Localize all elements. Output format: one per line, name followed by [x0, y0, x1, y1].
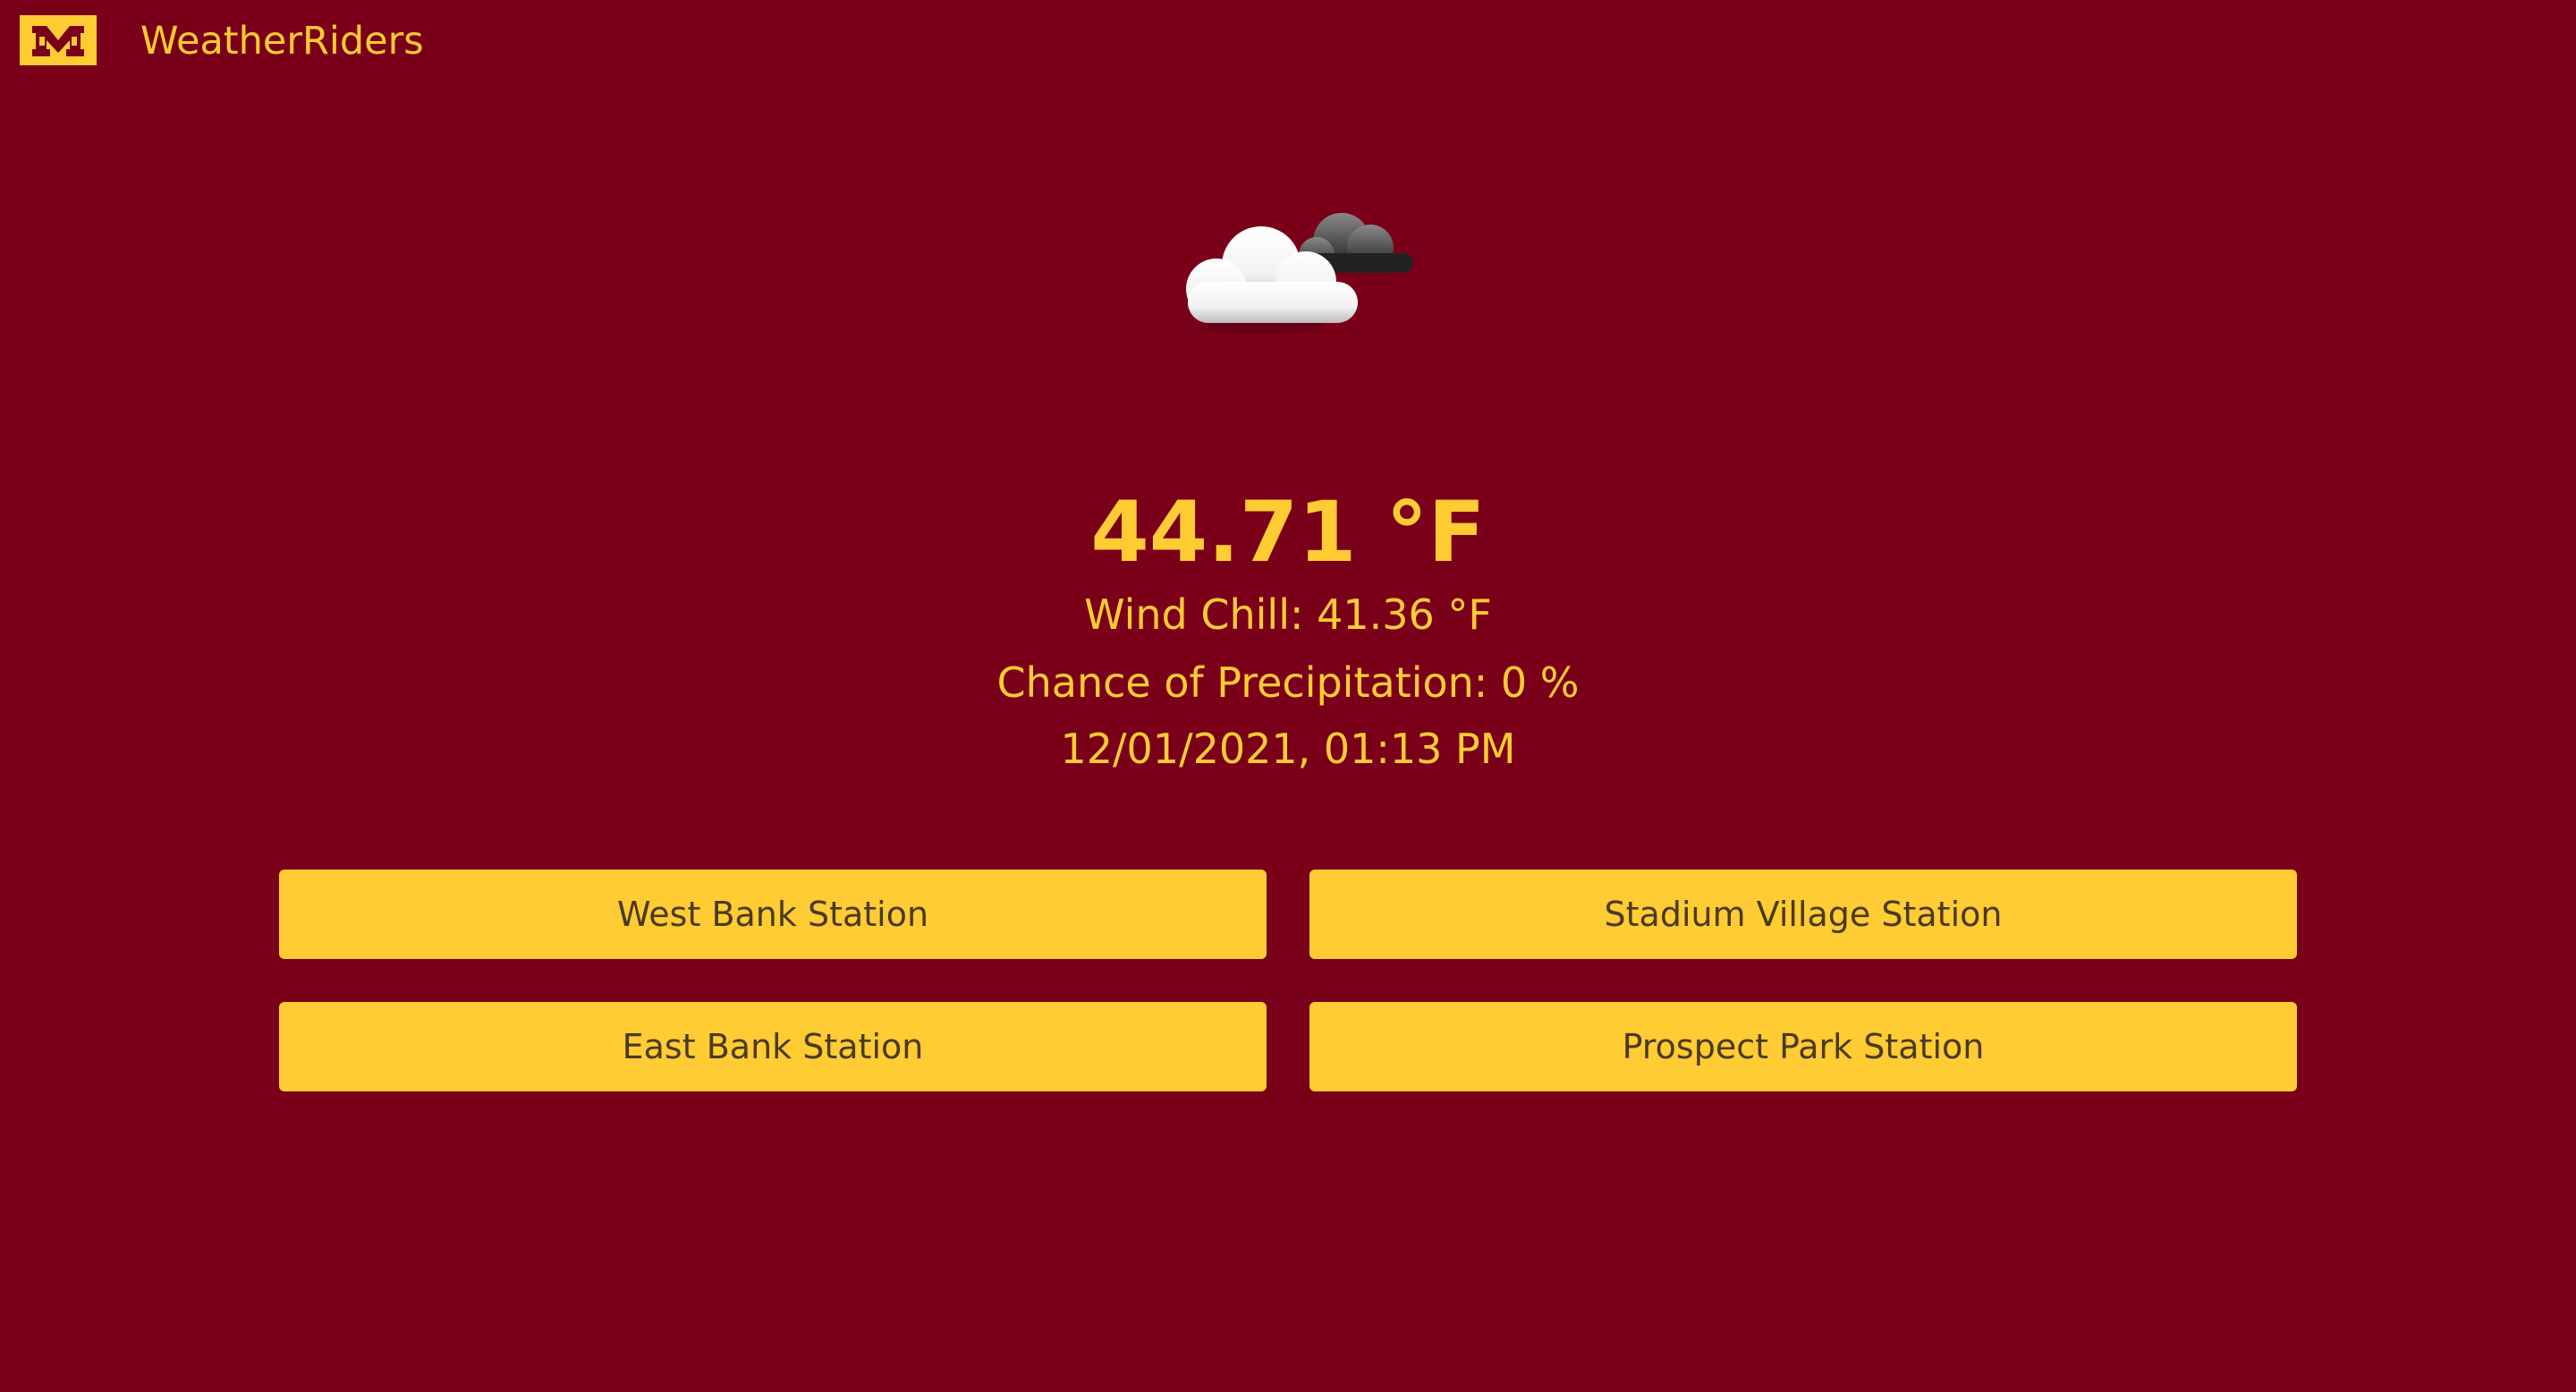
app-title[interactable]: WeatherRiders	[140, 18, 424, 64]
weather-page: WeatherRiders 44.71 °F Wind Chill: 41.36…	[0, 0, 2576, 1392]
east-bank-station-button[interactable]: East Bank Station	[279, 1002, 1267, 1091]
west-bank-station-button[interactable]: West Bank Station	[279, 870, 1267, 959]
prospect-park-station-button[interactable]: Prospect Park Station	[1309, 1002, 2297, 1091]
wind-chill-text: Wind Chill: 41.36 °F	[1084, 590, 1492, 639]
university-m-logo-icon	[20, 15, 97, 65]
university-m-logo[interactable]	[20, 15, 97, 65]
precipitation-text: Chance of Precipitation: 0 %	[996, 658, 1580, 707]
temperature-value: 44.71 °F	[1090, 484, 1486, 581]
stadium-village-station-button[interactable]: Stadium Village Station	[1309, 870, 2297, 959]
header: WeatherRiders	[0, 0, 2576, 89]
partly-cloudy-icon	[1163, 192, 1422, 335]
timestamp-text: 12/01/2021, 01:13 PM	[1060, 725, 1516, 773]
